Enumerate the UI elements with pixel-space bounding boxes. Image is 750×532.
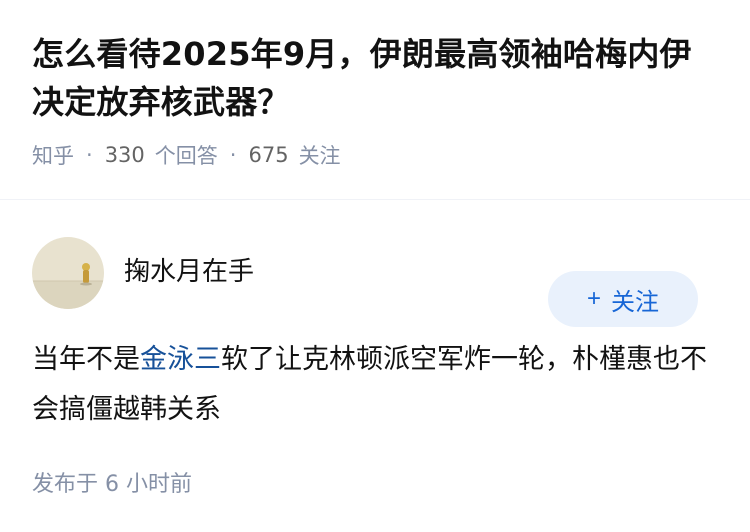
content-text: 当年不是 — [32, 344, 140, 375]
publish-time: 发布于 6 小时前 — [32, 466, 718, 498]
follow-button[interactable]: + 关注 — [548, 271, 698, 327]
followers-count: 675 — [248, 143, 289, 167]
author-avatar[interactable] — [32, 237, 104, 309]
follow-label: 关注 — [611, 288, 659, 316]
answer-card: 掬水月在手 + 关注 当年不是金泳三软了让克林顿派空军炸一轮，朴槿惠也不会搞僵越… — [0, 231, 750, 498]
answer-content: 当年不是金泳三软了让克林顿派空军炸一轮，朴槿惠也不会搞僵越韩关系 — [32, 335, 718, 435]
question-header: 怎么看待2025年9月，伊朗最高领袖哈梅内伊决定放弃核武器？ 知乎 · 330 … — [0, 0, 750, 171]
source-label[interactable]: 知乎 — [32, 140, 74, 170]
separator-dot: · — [86, 143, 93, 167]
answers-count: 330 — [104, 143, 145, 167]
avatar-image — [32, 237, 104, 309]
separator-dot: · — [229, 143, 237, 167]
publish-value: 6 小时前 — [105, 472, 193, 497]
section-divider — [0, 199, 750, 200]
question-title[interactable]: 怎么看待2025年9月，伊朗最高领袖哈梅内伊决定放弃核武器？ — [32, 30, 718, 126]
plus-icon: + — [586, 285, 601, 312]
publish-label: 发布于 — [32, 472, 99, 497]
question-meta: 知乎 · 330 个回答 · 675 关注 — [32, 140, 718, 170]
followers-label[interactable]: 关注 — [299, 140, 341, 170]
content-link[interactable]: 金泳三 — [140, 344, 221, 375]
author-name[interactable]: 掬水月在手 — [124, 251, 254, 288]
answers-label[interactable]: 个回答 — [155, 140, 218, 170]
